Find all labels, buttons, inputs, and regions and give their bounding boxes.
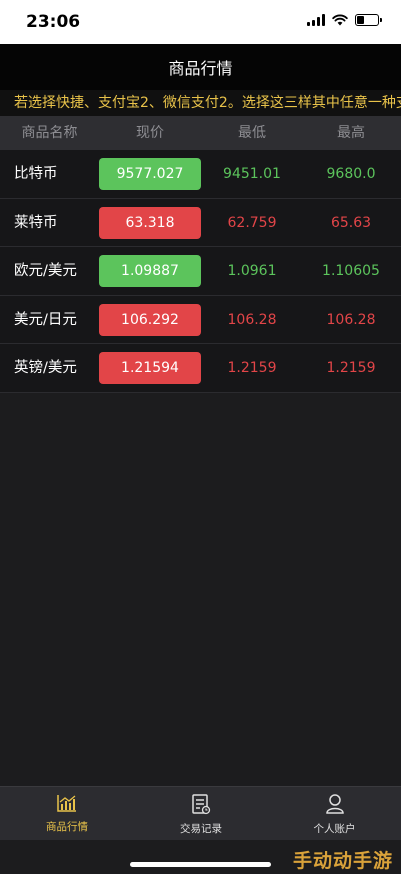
quote-row[interactable]: 比特币 9577.027 9451.01 9680.0 <box>0 150 401 199</box>
quote-list: 比特币 9577.027 9451.01 9680.0 莱特币 63.318 6… <box>0 150 401 393</box>
high-value: 9680.0 <box>326 166 376 182</box>
status-time: 23:06 <box>26 12 81 32</box>
tab-label: 商品行情 <box>46 821 88 833</box>
tab-label: 交易记录 <box>180 823 222 835</box>
commodity-name: 英镑/美元 <box>14 360 77 376</box>
high-value: 65.63 <box>330 214 372 231</box>
price-badge[interactable]: 1.21594 <box>99 352 201 384</box>
status-bar: 23:06 <box>0 0 401 44</box>
wifi-icon <box>332 14 348 26</box>
watermark-logo: 手动动手游 <box>292 850 393 872</box>
high-value: 106.28 <box>326 311 376 328</box>
low-value: 1.2159 <box>227 360 277 376</box>
commodity-name: 莱特币 <box>14 214 58 231</box>
quote-row[interactable]: 欧元/美元 1.09887 1.0961 1.10605 <box>0 247 401 296</box>
tab-market[interactable]: 商品行情 <box>0 787 134 841</box>
notice-marquee: 若选择快捷、支付宝2、微信支付2。选择这三样其中任意一种支付方式 <box>0 90 401 116</box>
quote-row[interactable]: 美元/日元 106.292 106.28 106.28 <box>0 295 401 344</box>
low-value: 106.28 <box>227 311 277 328</box>
quote-row[interactable]: 莱特币 63.318 62.759 65.63 <box>0 198 401 247</box>
header-high: 最高 <box>337 125 365 141</box>
commodity-name: 比特币 <box>14 166 58 182</box>
home-indicator[interactable] <box>130 862 271 867</box>
person-icon <box>325 794 344 814</box>
high-value: 1.10605 <box>322 263 380 279</box>
notice-text: 若选择快捷、支付宝2、微信支付2。选择这三样其中任意一种支付方式 <box>14 95 401 111</box>
commodity-name: 美元/日元 <box>14 311 77 328</box>
status-icons <box>307 14 382 26</box>
nav-bar: 商品行情 <box>0 44 401 90</box>
price-badge[interactable]: 106.292 <box>99 303 201 336</box>
record-icon <box>192 794 211 815</box>
tab-bar: 商品行情 交易记录 个人账户 <box>0 786 401 840</box>
battery-icon <box>355 14 382 26</box>
price-badge[interactable]: 9577.027 <box>99 158 201 190</box>
page-title: 商品行情 <box>168 59 233 78</box>
tab-label: 个人账户 <box>313 823 356 835</box>
low-value: 1.0961 <box>227 263 277 279</box>
tab-records[interactable]: 交易记录 <box>134 787 268 841</box>
low-value: 9451.01 <box>223 166 281 182</box>
price-badge[interactable]: 63.318 <box>99 206 201 239</box>
commodity-name: 欧元/美元 <box>14 263 77 279</box>
price-badge[interactable]: 1.09887 <box>99 255 201 287</box>
tab-account[interactable]: 个人账户 <box>268 787 401 841</box>
low-value: 62.759 <box>227 214 277 231</box>
chart-icon <box>57 795 76 812</box>
header-name: 商品名称 <box>21 125 78 141</box>
signal-icon <box>307 14 325 26</box>
table-header: 商品名称 现价 最低 最高 <box>0 116 401 150</box>
header-low: 最低 <box>238 125 266 141</box>
header-price: 现价 <box>136 125 164 141</box>
quote-row[interactable]: 英镑/美元 1.21594 1.2159 1.2159 <box>0 344 401 393</box>
high-value: 1.2159 <box>326 360 376 376</box>
